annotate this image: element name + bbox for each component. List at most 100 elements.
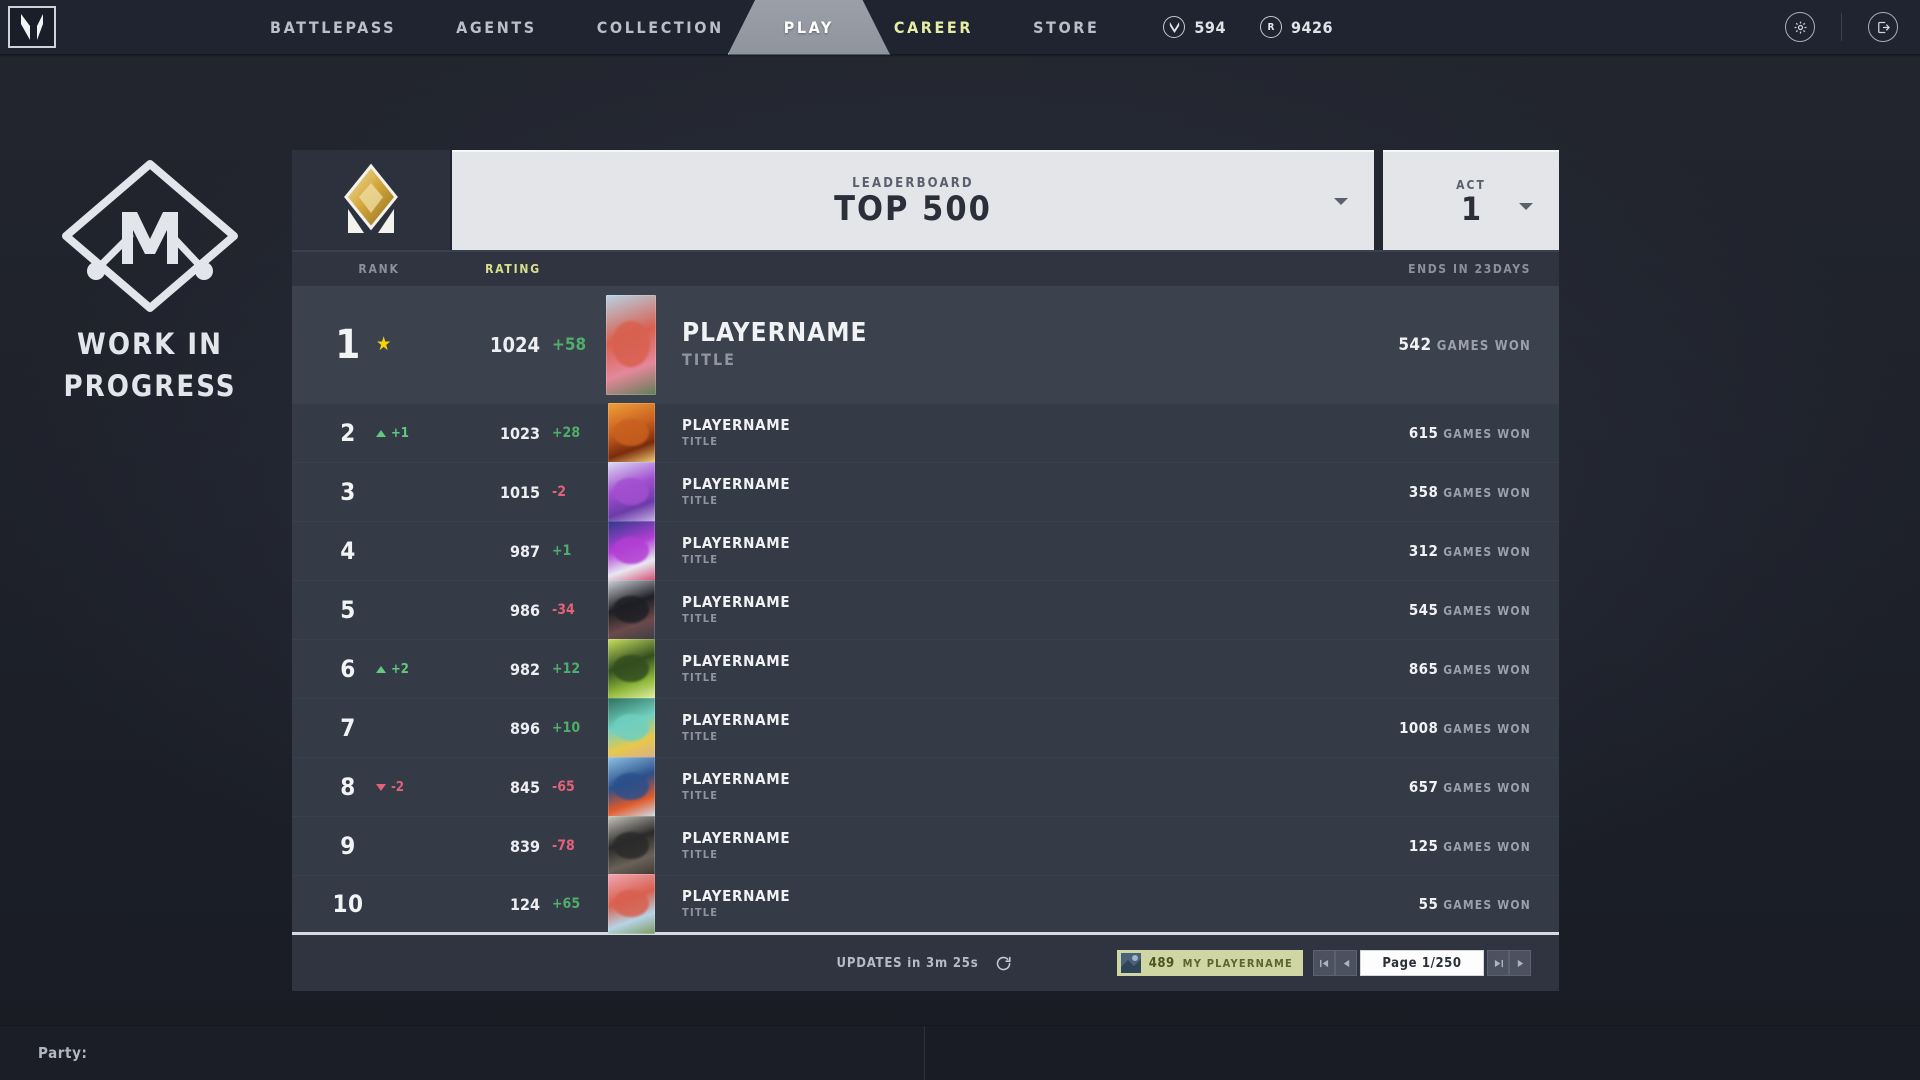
player-card-art (613, 654, 649, 683)
wrench-diamond-icon (62, 160, 238, 312)
table-row[interactable]: 3 1015 -2 PLAYERNAME TITLE 358 GAMES WON (292, 462, 1559, 522)
valorant-client: BATTLEPASS AGENTS COLLECTION PLAY CAREER… (0, 0, 1920, 1080)
nav-tab-battlepass[interactable]: BATTLEPASS (240, 0, 426, 55)
valorant-logo[interactable] (8, 6, 56, 48)
player-title: TITLE (682, 434, 719, 448)
rating-delta: +12 (552, 661, 581, 677)
rating-value: 987 (509, 541, 540, 561)
leaderboard-title: TOP 500 (834, 189, 992, 229)
rank-movement-value: +1 (391, 425, 409, 441)
table-row[interactable]: 5 986 -34 PLAYERNAME TITLE 545 GAMES WON (292, 580, 1559, 640)
rank-cell: 5 (320, 596, 438, 624)
player-name: PLAYERNAME (682, 887, 791, 906)
games-won-count: 542 (1398, 334, 1432, 355)
player-title: TITLE (682, 493, 719, 507)
nav-tab-agents[interactable]: AGENTS (426, 0, 567, 55)
my-rank-chip[interactable]: 489 MY PLAYERNAME (1116, 950, 1303, 976)
top-navigation-bar: BATTLEPASS AGENTS COLLECTION PLAY CAREER… (0, 0, 1920, 55)
games-won-count: 358 (1408, 483, 1439, 501)
table-row[interactable]: 2 +1 1023 +28 PLAYERNAME TITLE 615 GAMES WON (292, 403, 1559, 463)
nav-tab-play[interactable]: PLAY (727, 0, 890, 55)
rating-cell: 1024 +58 (438, 333, 588, 357)
rating-cell: 124 +65 (438, 895, 588, 914)
refresh-icon[interactable] (992, 952, 1014, 974)
leaderboard-header: LEADERBOARD TOP 500 ACT 1 (292, 150, 1559, 250)
games-won-label: GAMES WON (1438, 604, 1531, 618)
next-page-icon[interactable] (1509, 950, 1531, 976)
rank-cell: 10 (320, 890, 438, 918)
rank-movement: +2 (376, 662, 409, 677)
rank-cell: 4 (320, 537, 438, 565)
rating-value: 845 (509, 777, 540, 797)
rating-cell: 986 -34 (438, 601, 588, 620)
nav-divider (1841, 13, 1842, 41)
my-rank-value: 489 (1148, 955, 1175, 971)
radiant-rank-icon (344, 163, 398, 233)
table-row[interactable]: 4 987 +1 PLAYERNAME TITLE 312 GAMES WON (292, 521, 1559, 581)
party-section[interactable]: Party: (0, 1025, 925, 1080)
nav-tab-collection[interactable]: COLLECTION (567, 0, 754, 55)
player-card-image (607, 816, 655, 876)
radianite-points[interactable]: R 9426 (1259, 16, 1334, 38)
leaderboard-type-dropdown[interactable]: LEADERBOARD TOP 500 (452, 150, 1374, 250)
rating-cell: 845 -65 (438, 778, 588, 797)
valorant-points-icon (1163, 16, 1186, 38)
player-title: TITLE (682, 788, 719, 802)
gear-icon[interactable] (1785, 12, 1815, 42)
rank-number: 7 (340, 714, 356, 742)
games-won-count: 615 (1408, 424, 1439, 442)
radianite-symbol: R (1267, 21, 1275, 33)
player-card-image (607, 757, 655, 817)
games-won-cell: 542 GAMES WON (1398, 335, 1531, 355)
player-name: PLAYERNAME (682, 416, 791, 435)
rank-cell: 1 ★ (320, 322, 438, 368)
work-in-progress-block: WORK IN PROGRESS (40, 150, 260, 405)
player-card-cell (588, 462, 674, 522)
nav-tab-play-label: PLAY (783, 17, 834, 37)
player-name: PLAYERNAME (682, 593, 791, 612)
player-identity-cell: PLAYERNAME TITLE (674, 771, 1409, 802)
rank-cell: 8 -2 (320, 773, 438, 801)
table-row[interactable]: 8 -2 845 -65 PLAYERNAME TITLE 657 GAMES WON (292, 757, 1559, 817)
player-identity-cell: PLAYERNAME TITLE (674, 320, 1398, 369)
valorant-points[interactable]: 594 (1163, 16, 1226, 38)
rating-delta: -78 (552, 838, 575, 854)
wip-line-2: PROGRESS (63, 369, 237, 404)
nav-tab-store[interactable]: STORE (1003, 0, 1129, 55)
nav-tab-collection-label: COLLECTION (596, 17, 724, 37)
exit-icon[interactable] (1868, 12, 1898, 42)
games-won-label: GAMES WON (1438, 427, 1531, 441)
player-card-image (607, 698, 655, 758)
triangle-up-icon (376, 429, 386, 437)
player-card-image (607, 403, 655, 463)
rank-number: 4 (340, 537, 356, 565)
games-won-label: GAMES WON (1438, 781, 1531, 795)
player-card-art (613, 418, 649, 447)
season-ends-label: ENDS IN 23DAYS (1408, 262, 1531, 276)
last-page-icon[interactable] (1487, 950, 1509, 976)
column-header-rating: RATING (485, 262, 541, 276)
radianite-points-value: 9426 (1290, 17, 1334, 37)
table-row[interactable]: 10 124 +65 PLAYERNAME TITLE 55 GAMES WON (292, 874, 1559, 935)
rating-value: 982 (509, 659, 540, 679)
page-indicator[interactable]: Page 1/250 (1360, 950, 1484, 976)
prev-page-icon[interactable] (1335, 950, 1357, 976)
party-label: Party: (38, 1044, 88, 1062)
nav-tab-store-label: STORE (1033, 17, 1100, 37)
nav-tab-career[interactable]: CAREER (864, 0, 1003, 55)
games-won-label: GAMES WON (1438, 898, 1531, 912)
table-row[interactable]: 7 896 +10 PLAYERNAME TITLE 1008 GAMES WON (292, 698, 1559, 758)
table-row[interactable]: 1 ★ 1024 +58 PLAYERNAME TITLE 542 GAMES WON (292, 286, 1559, 404)
player-name: PLAYERNAME (682, 475, 791, 494)
rank-number: 2 (340, 419, 356, 447)
triangle-up-icon (376, 665, 386, 673)
player-card-art (613, 889, 649, 918)
first-page-icon[interactable] (1313, 950, 1335, 976)
rating-delta: -34 (552, 602, 575, 618)
act-dropdown[interactable]: ACT 1 (1383, 150, 1559, 250)
nav-tab-career-label: CAREER (893, 17, 974, 37)
player-card-art (613, 595, 649, 624)
table-row[interactable]: 6 +2 982 +12 PLAYERNAME TITLE 865 GAMES WON (292, 639, 1559, 699)
table-row[interactable]: 9 839 -78 PLAYERNAME TITLE 125 GAMES WON (292, 816, 1559, 876)
chevron-down-icon (1334, 198, 1348, 205)
